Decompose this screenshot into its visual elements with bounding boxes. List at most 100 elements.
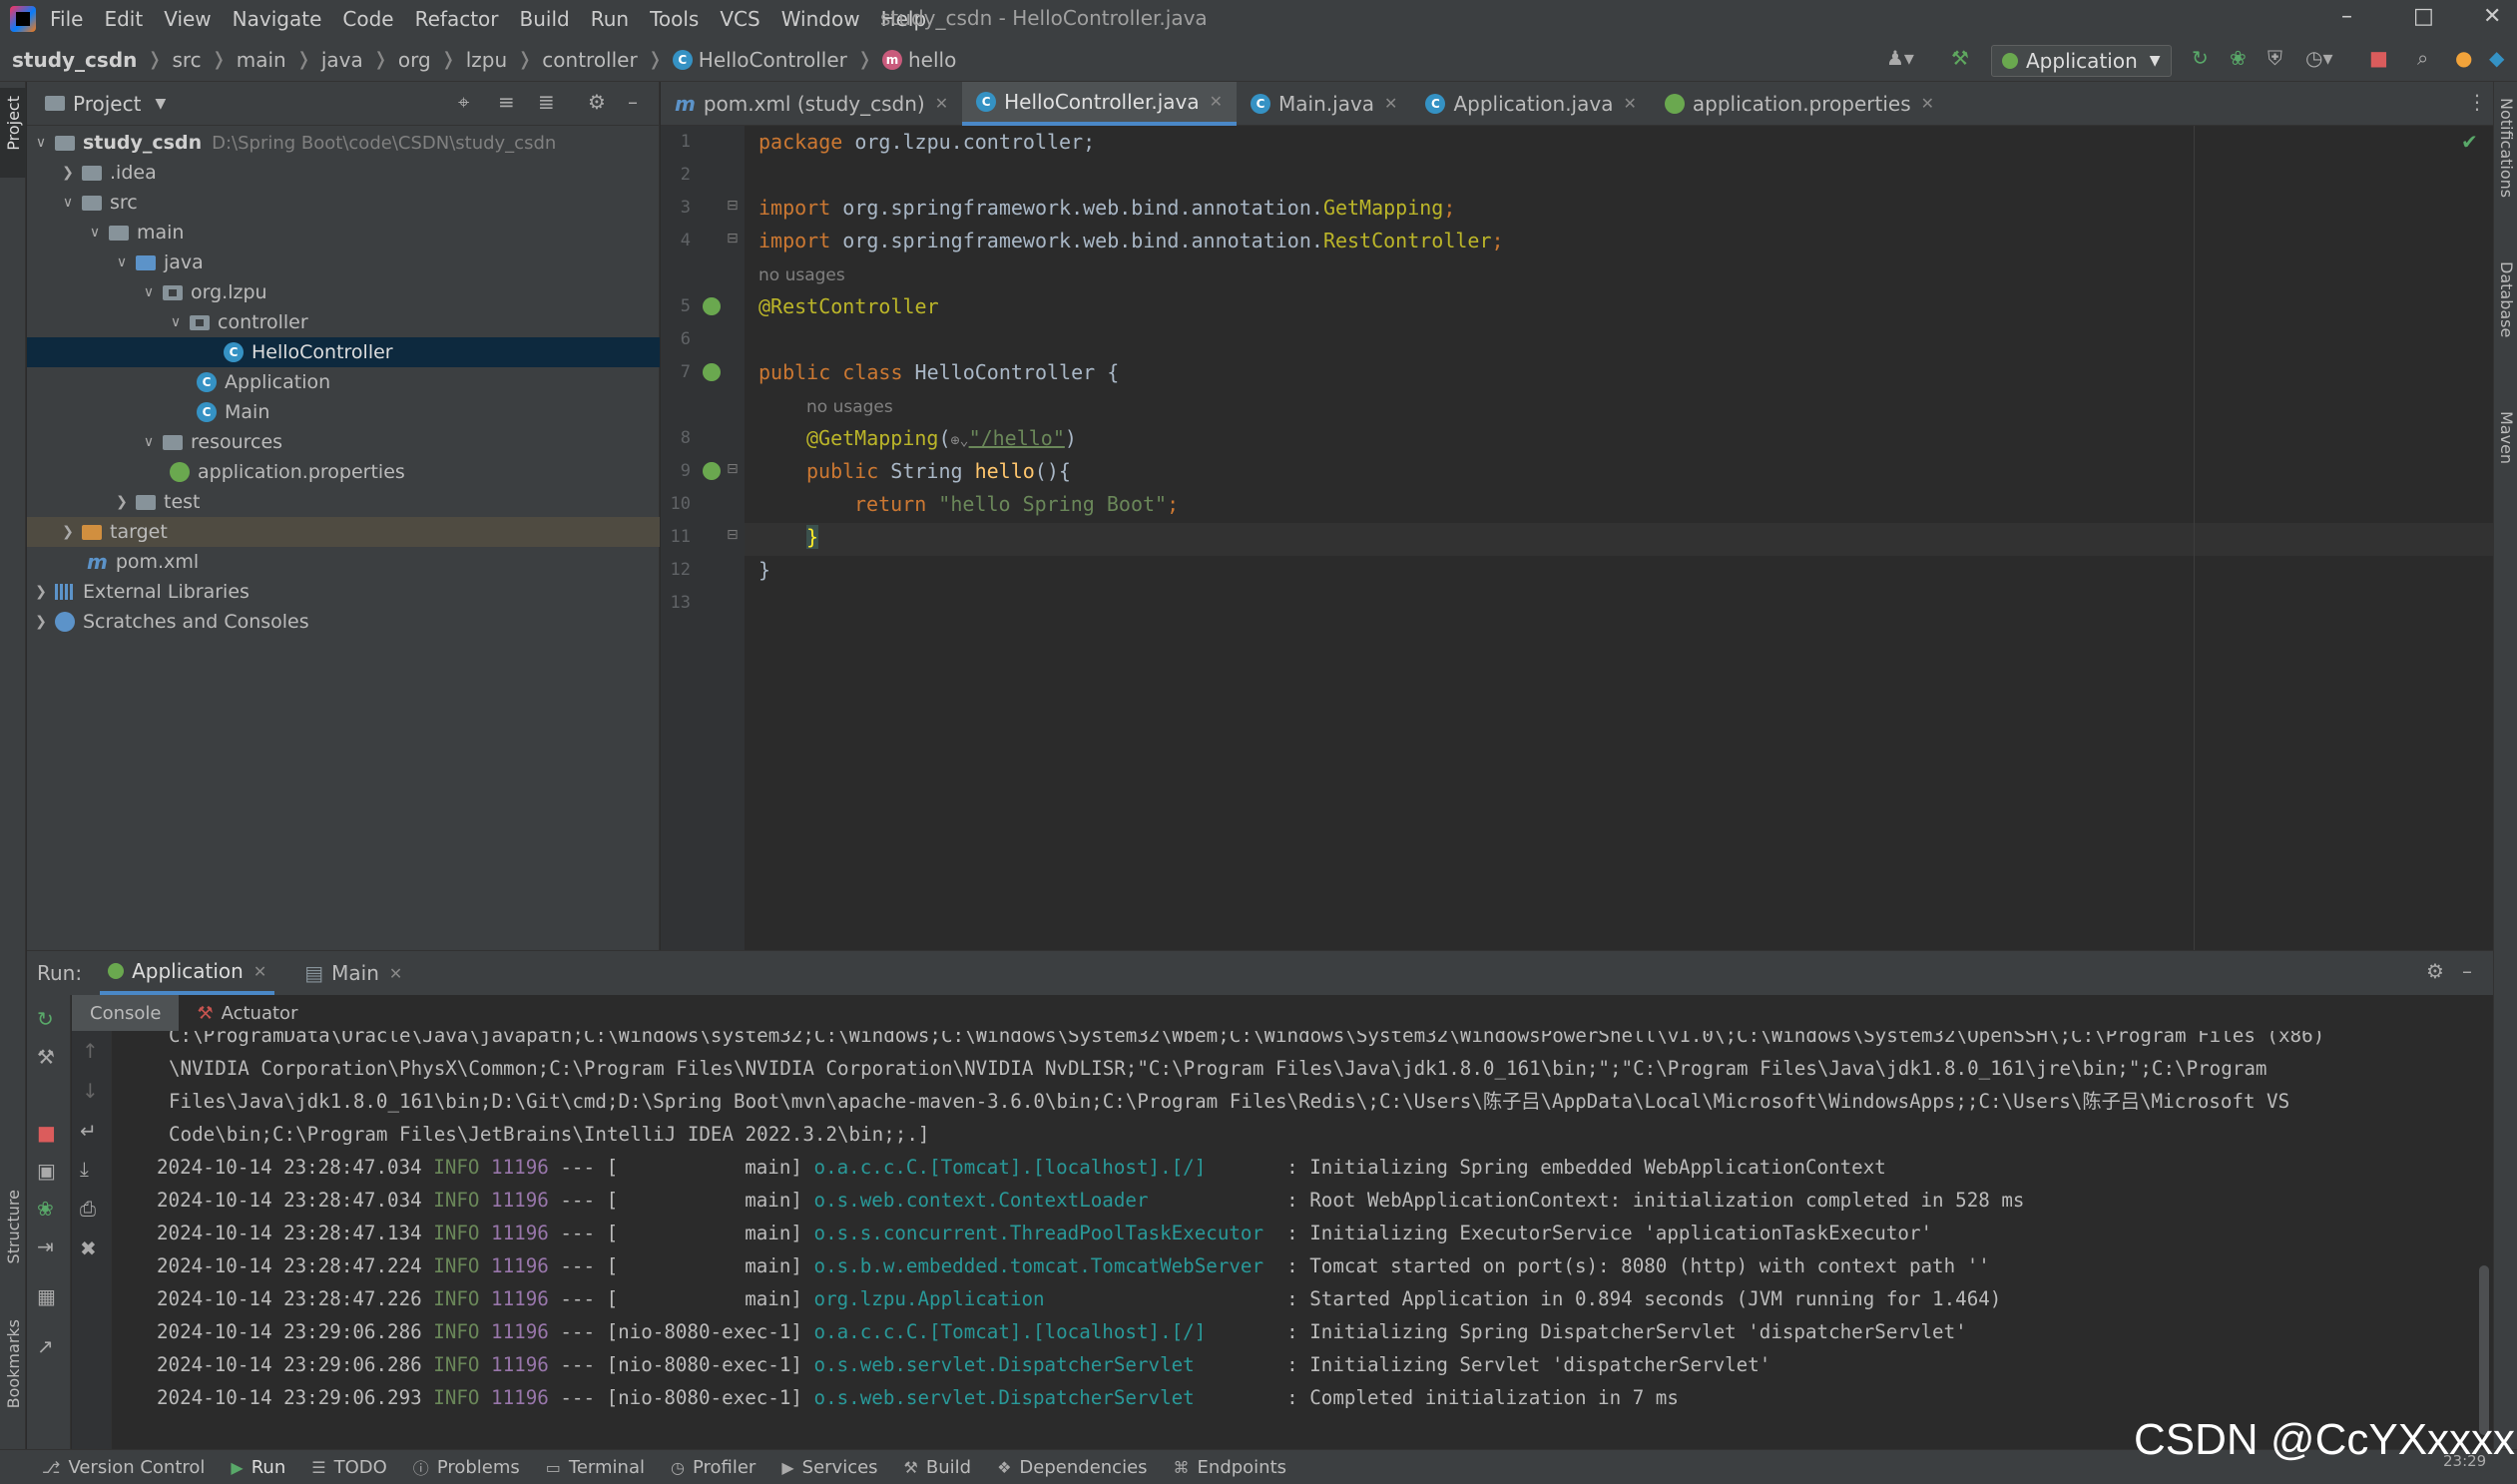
status-build[interactable]: ⚒ Build	[904, 1457, 972, 1478]
exit-icon[interactable]: ⇥	[37, 1235, 54, 1258]
tree-item-target[interactable]: ❯ target	[27, 517, 660, 547]
chevron-right-icon[interactable]: ❯	[33, 584, 49, 600]
hide-icon[interactable]: –	[628, 90, 638, 114]
spring-bean-gutter-icon[interactable]	[703, 297, 721, 315]
collapse-all-icon[interactable]: ≣	[538, 90, 555, 114]
tree-item-hellocontroller[interactable]: C HelloController	[27, 337, 660, 367]
breadcrumb-class[interactable]: HelloController	[699, 48, 847, 72]
tab-application-properties[interactable]: application.properties ✕	[1651, 82, 1948, 126]
locate-icon[interactable]: ⌖	[458, 90, 469, 114]
menu-edit[interactable]: Edit	[104, 7, 143, 31]
arrow-up-icon[interactable]: ↑	[82, 1039, 99, 1063]
fold-icon[interactable]: ⊟	[727, 231, 739, 247]
tool-window-bookmarks[interactable]: Bookmarks	[4, 1319, 23, 1408]
close-icon[interactable]: ✕	[1921, 94, 1934, 113]
close-icon[interactable]: ✕	[1210, 92, 1223, 111]
chevron-right-icon[interactable]: ❯	[33, 614, 49, 630]
more-tabs-icon[interactable]: ⋮	[2467, 90, 2487, 114]
console-output[interactable]: C:\ProgramData\Oracle\Java\javapath;C:\W…	[113, 1031, 2493, 1450]
soft-wrap-icon[interactable]: ↵	[80, 1119, 97, 1143]
tab-main[interactable]: C Main.java ✕	[1237, 82, 1411, 126]
tree-item-idea[interactable]: ❯ .idea	[27, 158, 660, 188]
print-icon[interactable]: ⎙	[80, 1197, 96, 1221]
status-terminal[interactable]: ▭ Terminal	[546, 1457, 645, 1478]
menu-window[interactable]: Window	[781, 7, 860, 31]
gear-icon[interactable]: ⚙	[2426, 959, 2444, 983]
close-icon[interactable]: ✕	[253, 962, 266, 981]
run-configuration-select[interactable]: Application ▼	[1991, 45, 2172, 77]
status-version-control[interactable]: ⎇ Version Control	[42, 1457, 205, 1478]
status-endpoints[interactable]: ⌘ Endpoints	[1174, 1457, 1287, 1478]
code-editor[interactable]: ✔ package org.lzpu.controller; import or…	[745, 126, 2493, 950]
close-icon[interactable]: ✕	[1384, 94, 1397, 113]
fold-icon[interactable]: ⊟	[727, 461, 739, 477]
fold-icon[interactable]: ⊟	[727, 198, 739, 214]
status-run[interactable]: ▶ Run	[231, 1457, 285, 1478]
chevron-down-icon[interactable]: ∨	[60, 195, 76, 211]
tab-actuator[interactable]: ⚒ Actuator	[179, 995, 315, 1031]
chevron-down-icon[interactable]: ∨	[33, 135, 49, 151]
menu-code[interactable]: Code	[342, 7, 393, 31]
tree-item-resources[interactable]: ∨ resources	[27, 427, 660, 457]
tool-window-project[interactable]: Project	[4, 96, 23, 151]
chevron-down-icon[interactable]: ∨	[168, 314, 184, 330]
tree-item-application[interactable]: C Application	[27, 367, 660, 397]
tree-item-java[interactable]: ∨ java	[27, 247, 660, 277]
trash-icon[interactable]: ✖	[80, 1237, 97, 1260]
search-icon[interactable]: ⌕	[2417, 46, 2428, 70]
no-usages-hint[interactable]: no usages	[806, 397, 893, 417]
run-tab-application[interactable]: Application ✕	[100, 951, 275, 995]
close-icon[interactable]: ✕	[389, 964, 402, 983]
close-icon[interactable]: ✕	[2483, 4, 2501, 29]
pin-icon[interactable]: ↗	[37, 1334, 54, 1358]
tree-item-main[interactable]: ∨ main	[27, 218, 660, 247]
tool-window-structure[interactable]: Structure	[4, 1190, 23, 1263]
maximize-icon[interactable]: □	[2413, 4, 2434, 29]
tree-item-external-libraries[interactable]: ❯ External Libraries	[27, 577, 660, 607]
chevron-right-icon[interactable]: ❯	[60, 165, 76, 181]
chevron-down-icon[interactable]: ∨	[114, 254, 130, 270]
inlay-hint[interactable]: no usages	[806, 389, 893, 422]
spring-request-mapping-gutter-icon[interactable]	[703, 462, 721, 480]
layout-icon[interactable]: ▦	[37, 1284, 56, 1308]
inlay-hint[interactable]: no usages	[758, 257, 845, 290]
tab-application[interactable]: C Application.java ✕	[1411, 82, 1650, 126]
tree-item-pom[interactable]: m pom.xml	[27, 547, 660, 577]
arrow-down-icon[interactable]: ↓	[82, 1079, 99, 1103]
stop-icon[interactable]: ■	[37, 1121, 56, 1145]
spring-bean-gutter-icon[interactable]	[703, 363, 721, 381]
close-icon[interactable]: ✕	[935, 94, 948, 113]
tool-window-database[interactable]: Database	[2497, 261, 2516, 337]
update-icon[interactable]: ●	[2455, 46, 2472, 70]
menu-file[interactable]: File	[50, 7, 83, 31]
breadcrumb-org[interactable]: org	[398, 48, 431, 72]
debug-icon[interactable]: ❀	[2230, 46, 2247, 70]
menu-navigate[interactable]: Navigate	[233, 7, 322, 31]
tab-pom[interactable]: m pom.xml (study_csdn) ✕	[661, 82, 962, 126]
tree-item-org-lzpu[interactable]: ∨ org.lzpu	[27, 277, 660, 307]
tree-item-test[interactable]: ❯ test	[27, 487, 660, 517]
tree-item-main-class[interactable]: C Main	[27, 397, 660, 427]
console-scrollbar[interactable]	[2479, 1265, 2489, 1435]
scroll-to-end-icon[interactable]: ⤓	[80, 1157, 89, 1181]
breadcrumb-method[interactable]: hello	[908, 48, 956, 72]
breadcrumb-src[interactable]: src	[172, 48, 201, 72]
string-literal[interactable]: "/hello"	[969, 426, 1065, 450]
user-icon[interactable]: ♟▾	[1886, 46, 1914, 70]
breadcrumb-java[interactable]: java	[321, 48, 363, 72]
status-todo[interactable]: ☰ TODO	[311, 1457, 387, 1478]
tree-item-scratches[interactable]: ❯ Scratches and Consoles	[27, 607, 660, 637]
chevron-down-icon[interactable]: ∨	[141, 434, 157, 450]
tree-item-project-root[interactable]: ∨ study_csdn D:\Spring Boot\code\CSDN\stu…	[27, 128, 660, 158]
build-hammer-icon[interactable]: ⚒	[1951, 46, 1969, 70]
chevron-right-icon[interactable]: ❯	[60, 524, 76, 540]
menu-run[interactable]: Run	[591, 7, 629, 31]
rerun-icon[interactable]: ↻	[2192, 46, 2209, 70]
tool-window-notifications[interactable]: Notifications	[2497, 98, 2516, 198]
chevron-down-icon[interactable]: ∨	[141, 284, 157, 300]
breadcrumb-lzpu[interactable]: lzpu	[466, 48, 507, 72]
coverage-icon[interactable]: ⛨	[2267, 46, 2282, 70]
menu-view[interactable]: View	[164, 7, 211, 31]
profiler-run-icon[interactable]: ◷▾	[2305, 46, 2333, 70]
status-dependencies[interactable]: ❖ Dependencies	[997, 1457, 1147, 1478]
